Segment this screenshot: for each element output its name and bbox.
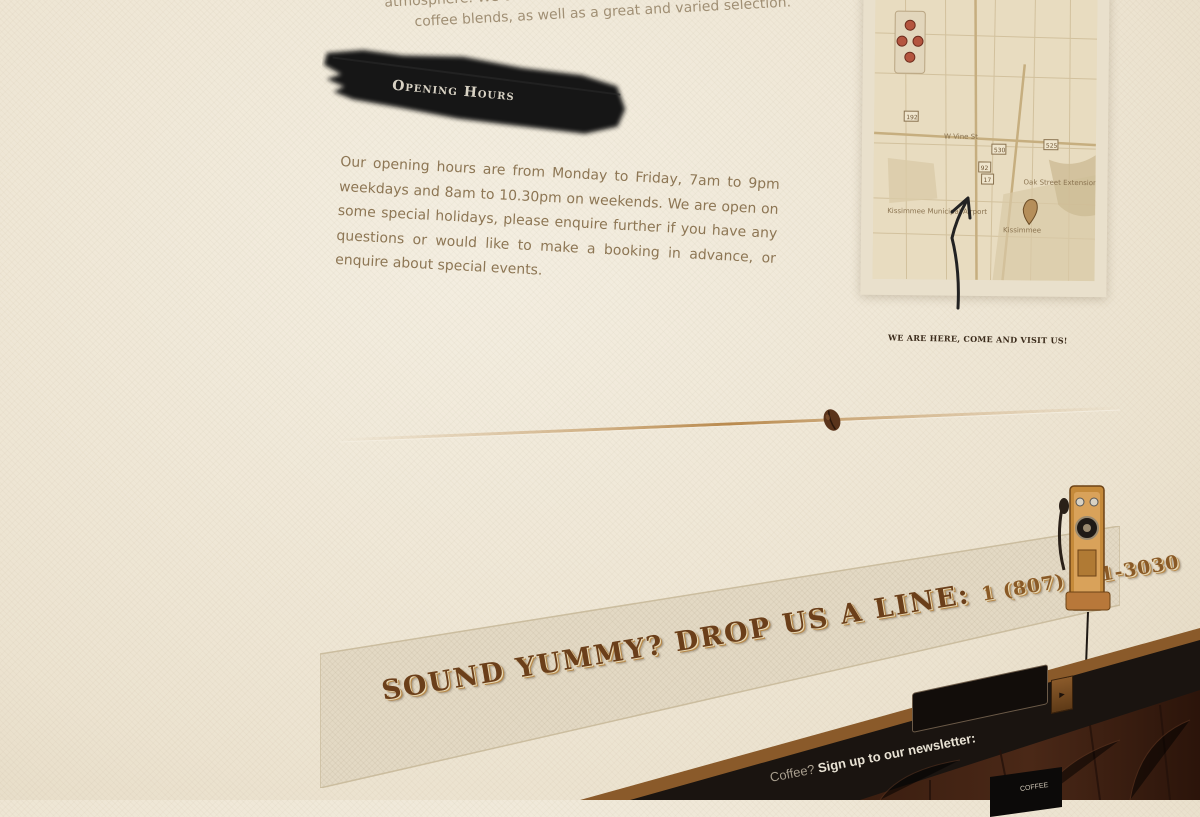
map-image[interactable]: Kissimmee Municipal Airport Kissimmee Oa… — [872, 0, 1098, 282]
coffee-bean-icon — [823, 409, 841, 431]
phone-banner-border — [320, 526, 1120, 788]
zoom-in-icon[interactable] — [904, 19, 916, 31]
pan-left-icon[interactable] — [896, 35, 908, 47]
map-label-city: Kissimmee — [1003, 226, 1041, 234]
map-shield-525: 525 — [1046, 143, 1058, 150]
pan-right-icon[interactable] — [912, 35, 924, 47]
map-streets: Kissimmee Municipal Airport Kissimmee Oa… — [872, 0, 1098, 282]
map-zoom-controls[interactable] — [894, 10, 926, 74]
map-caption: WE ARE HERE, COME AND VISIT US! — [887, 332, 1068, 346]
intro-text: atmosphere. We offer a wide variety of c… — [360, 0, 792, 36]
map-shield-192: 192 — [906, 114, 918, 121]
map-shield-92: 92 — [981, 165, 989, 172]
hand-drawn-arrow-icon — [950, 196, 972, 310]
location-map[interactable]: Kissimmee Municipal Airport Kissimmee Oa… — [860, 0, 1110, 298]
antique-phone-icon — [1057, 485, 1111, 666]
map-label-street: W Vine St — [944, 133, 978, 141]
zoom-out-icon[interactable] — [904, 51, 916, 63]
opening-hours-text: Our opening hours are from Monday to Fri… — [334, 153, 781, 279]
section-divider — [340, 406, 1120, 443]
map-shield-17: 17 — [984, 177, 992, 184]
newsletter-submit-button[interactable]: ▸ — [1051, 675, 1073, 714]
map-shield-530: 530 — [994, 147, 1006, 154]
map-label-preserve: Oak Street Extension & Preserve — [1023, 178, 1097, 187]
